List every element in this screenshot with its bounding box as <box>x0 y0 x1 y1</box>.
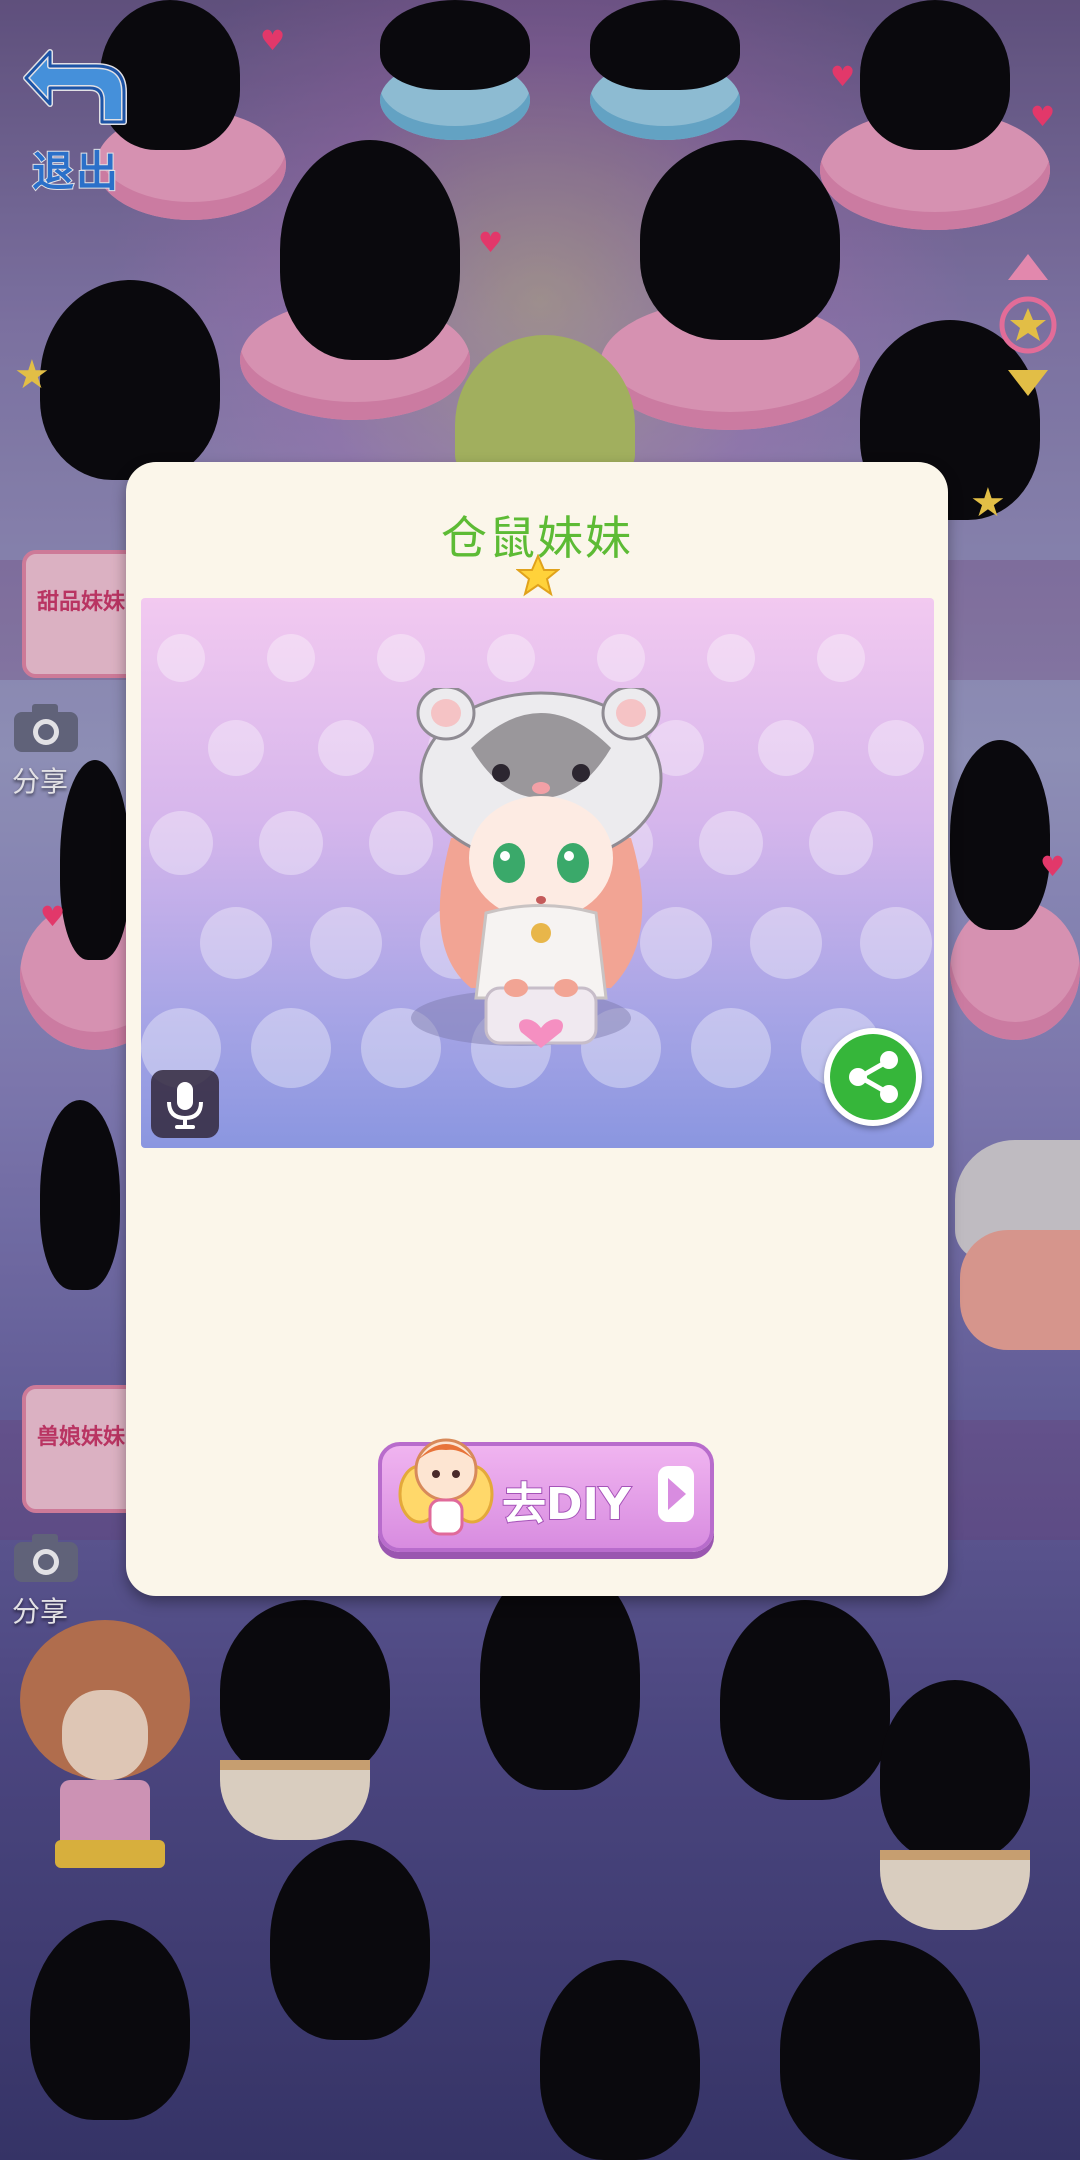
go-diy-button[interactable]: 去DIY <box>378 1438 714 1552</box>
go-diy-label: 去DIY <box>501 1478 632 1531</box>
mascot-icon <box>398 1438 494 1536</box>
microphone-icon <box>167 1082 203 1129</box>
star-icon <box>516 554 560 597</box>
hamster-girl-character <box>411 688 663 1048</box>
share-button-face <box>830 1034 916 1120</box>
character-detail-dialog: 仓鼠妹妹 去DIY <box>126 462 948 1596</box>
voice-button[interactable] <box>151 1070 219 1138</box>
share-button[interactable] <box>824 1028 922 1126</box>
share-icon <box>849 1051 898 1103</box>
character-preview <box>141 598 934 1148</box>
play-arrow-icon <box>658 1466 694 1522</box>
